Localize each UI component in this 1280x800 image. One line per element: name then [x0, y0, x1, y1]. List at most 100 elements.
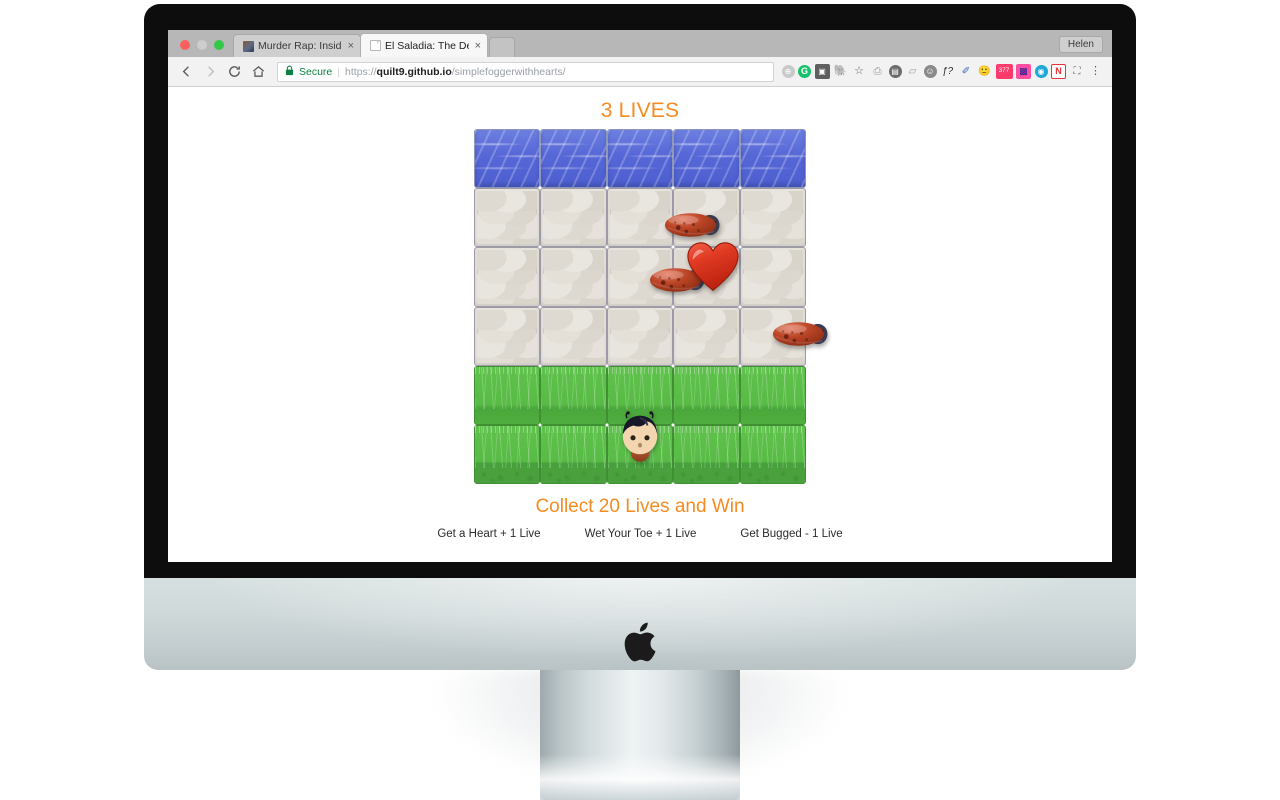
save-page-extension-icon[interactable]: ▤ — [888, 65, 902, 78]
browser-tab-2-title: El Saladia: The Desktop Ve — [385, 39, 469, 52]
board-cell-stone-r2c2[interactable] — [540, 188, 607, 248]
nerd-extension-icon[interactable]: 🙂 — [977, 64, 992, 79]
inbox-extension-icon[interactable]: ▱ — [905, 64, 920, 79]
chrome-menu-icon[interactable]: ⋮ — [1088, 64, 1103, 79]
squares-extension-icon[interactable]: ▩ — [1016, 64, 1031, 79]
board-cell-stone-r4c4[interactable] — [673, 306, 740, 366]
document-favicon-icon — [370, 40, 381, 51]
url-text: https://quilt9.github.io/simplefoggerwit… — [345, 65, 566, 78]
close-window-button[interactable] — [180, 40, 190, 50]
board-cell-stone-r2c3[interactable] — [606, 188, 674, 248]
notion-extension-icon[interactable]: N — [1051, 64, 1066, 79]
blue-circle-extension-icon[interactable]: ◉ — [1034, 65, 1048, 78]
board-cell-grass-r6c5[interactable] — [739, 424, 806, 484]
minimize-window-button[interactable] — [197, 40, 207, 50]
board-cell-stone-r4c2[interactable] — [540, 306, 607, 366]
board-cell-stone-r2c4[interactable] — [673, 188, 740, 248]
browser-tab-2-close-icon[interactable]: × — [473, 40, 481, 52]
board-cell-grass-r6c4[interactable] — [673, 424, 740, 484]
apple-logo-icon — [624, 622, 656, 662]
grass-soil-band — [674, 469, 739, 483]
address-bar[interactable]: Secure | https://quilt9.github.io/simple… — [277, 61, 774, 82]
forward-icon[interactable] — [199, 61, 221, 83]
eyedropper-extension-icon[interactable]: ✐ — [959, 64, 974, 79]
stone-tile — [739, 188, 806, 248]
browser-tab-1[interactable]: Murder Rap: Inside the × — [233, 34, 361, 57]
grass-tile — [474, 365, 541, 425]
home-icon[interactable] — [247, 61, 269, 83]
board-cell-water-r1c4[interactable] — [673, 129, 740, 189]
board-cell-water-r1c3[interactable] — [606, 129, 674, 189]
game-board[interactable] — [474, 129, 828, 484]
grass-tile — [606, 424, 674, 484]
board-cell-grass-r5c3[interactable] — [606, 365, 674, 425]
profile-button[interactable]: Helen — [1058, 36, 1103, 53]
lives-status: 3 LIVES — [600, 99, 680, 122]
omnibox-divider: | — [337, 65, 341, 78]
grass-soil-band — [607, 469, 673, 483]
stone-tile — [739, 247, 806, 307]
board-cell-grass-r5c4[interactable] — [673, 365, 740, 425]
web-page-content: 3 LIVES Collect 20 Lives and Win Get a H… — [168, 87, 1112, 562]
font-extension-icon[interactable]: ƒ? — [940, 64, 955, 79]
water-tile — [673, 129, 740, 189]
board-cell-grass-r6c3[interactable] — [606, 424, 674, 484]
maximize-window-button[interactable] — [214, 40, 224, 50]
grammarly-extension-icon[interactable]: G — [798, 65, 811, 78]
browser-tab-2[interactable]: El Saladia: The Desktop Ve × — [360, 33, 488, 57]
grey-globe-extension-icon[interactable]: ⊕ — [781, 65, 795, 78]
board-cell-stone-r3c2[interactable] — [540, 247, 607, 307]
board-cell-stone-r4c5[interactable] — [739, 306, 806, 366]
fullscreen-extension-icon[interactable]: ⛶ — [1070, 64, 1085, 79]
grass-soil-band — [541, 469, 606, 483]
browser-tab-1-title: Murder Rap: Inside the — [258, 40, 342, 52]
image-favicon-icon — [243, 40, 254, 52]
water-tile — [540, 129, 607, 189]
legend: Get a Heart + 1 Live Wet Your Toe + 1 Li… — [168, 528, 1112, 540]
board-cell-stone-r3c5[interactable] — [739, 247, 806, 307]
stone-tile — [673, 306, 740, 366]
board-cell-stone-r4c3[interactable] — [606, 306, 674, 366]
board-cell-stone-r4c1[interactable] — [474, 306, 541, 366]
board-cell-grass-r6c2[interactable] — [540, 424, 607, 484]
water-tile — [474, 129, 541, 189]
board-cell-water-r1c2[interactable] — [540, 129, 607, 189]
browser-tab-1-close-icon[interactable]: × — [346, 40, 354, 52]
legend-item-bug: Get Bugged - 1 Live — [740, 528, 843, 540]
printer-extension-icon[interactable]: ⎙ — [870, 64, 885, 79]
board-cell-grass-r5c2[interactable] — [540, 365, 607, 425]
browser-tab-strip: Murder Rap: Inside the × El Saladia: The… — [168, 30, 1112, 57]
grass-tile — [673, 365, 740, 425]
back-icon[interactable] — [175, 61, 197, 83]
stone-tile — [606, 247, 674, 307]
new-tab-button[interactable] — [489, 37, 515, 57]
board-cell-water-r1c5[interactable] — [739, 129, 806, 189]
legend-item-water: Wet Your Toe + 1 Live — [584, 528, 697, 540]
grass-tile — [673, 424, 740, 484]
counter-badge-extension-icon[interactable]: 377 — [995, 64, 1013, 79]
board-cell-stone-r3c3[interactable] — [606, 247, 674, 307]
grass-tile — [739, 365, 806, 425]
board-cell-water-r1c1[interactable] — [474, 129, 541, 189]
board-cell-stone-r3c4[interactable] — [673, 247, 740, 307]
board-cell-grass-r5c1[interactable] — [474, 365, 541, 425]
board-cell-grass-r6c1[interactable] — [474, 424, 541, 484]
window-traffic-lights[interactable] — [168, 40, 233, 57]
reload-icon[interactable] — [223, 61, 245, 83]
board-cell-stone-r2c5[interactable] — [739, 188, 806, 248]
pocket-extension-icon[interactable]: ▣ — [814, 64, 830, 79]
grass-tile — [540, 365, 607, 425]
screenshot-root: Murder Rap: Inside the × El Saladia: The… — [0, 0, 1280, 800]
extension-toolbar: ⊕ G ▣ 🐘 ☆ ⎙ ▤ ▱ ☺ ƒ? ✐ 🙂 377 ▩ ◉ N ⛶ ⋮ — [781, 64, 1106, 79]
imac-stand — [540, 670, 740, 800]
user-circle-extension-icon[interactable]: ☺ — [923, 65, 937, 78]
board-cell-stone-r3c1[interactable] — [474, 247, 541, 307]
imac-chin — [144, 578, 1136, 670]
legend-item-heart: Get a Heart + 1 Live — [437, 528, 541, 540]
bookmark-star-icon[interactable]: ☆ — [852, 64, 867, 79]
board-cell-grass-r5c5[interactable] — [739, 365, 806, 425]
evernote-extension-icon[interactable]: 🐘 — [833, 64, 848, 79]
grass-tile — [540, 424, 607, 484]
stone-tile — [606, 188, 674, 248]
board-cell-stone-r2c1[interactable] — [474, 188, 541, 248]
